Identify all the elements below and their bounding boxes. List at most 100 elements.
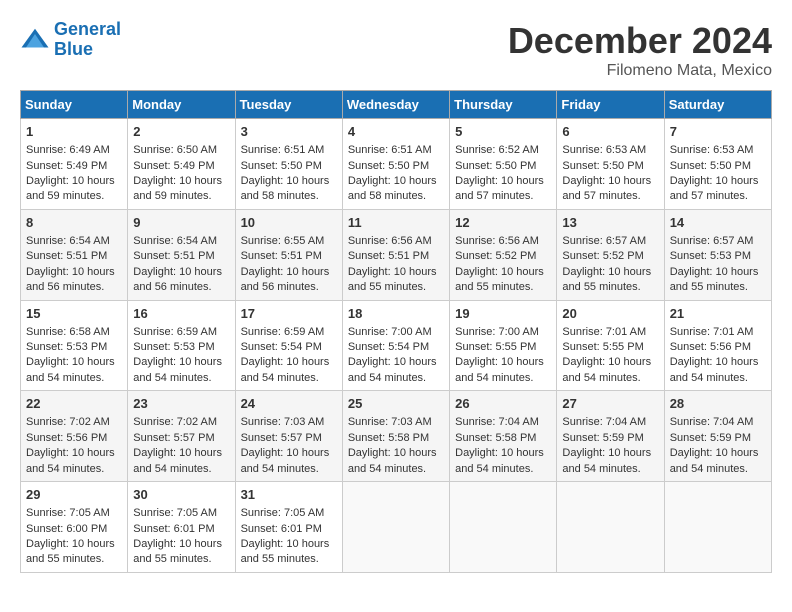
sunrise-label: Sunrise: 6:54 AM (26, 235, 110, 247)
daylight-label: Daylight: 10 hours and 54 minutes. (26, 447, 115, 474)
weekday-header-tuesday: Tuesday (235, 91, 342, 119)
logo-icon (20, 25, 50, 55)
daylight-label: Daylight: 10 hours and 54 minutes. (670, 356, 759, 383)
calendar-cell: 20Sunrise: 7:01 AMSunset: 5:55 PMDayligh… (557, 300, 664, 391)
sunset-label: Sunset: 5:49 PM (133, 160, 214, 172)
daylight-label: Daylight: 10 hours and 55 minutes. (562, 266, 651, 293)
daylight-label: Daylight: 10 hours and 57 minutes. (670, 175, 759, 202)
sunset-label: Sunset: 5:57 PM (133, 432, 214, 444)
calendar-cell: 5Sunrise: 6:52 AMSunset: 5:50 PMDaylight… (450, 119, 557, 210)
daylight-label: Daylight: 10 hours and 54 minutes. (26, 356, 115, 383)
calendar-cell: 9Sunrise: 6:54 AMSunset: 5:51 PMDaylight… (128, 209, 235, 300)
location: Filomeno Mata, Mexico (508, 62, 772, 80)
sunset-label: Sunset: 5:55 PM (455, 341, 536, 353)
daylight-label: Daylight: 10 hours and 59 minutes. (26, 175, 115, 202)
daylight-label: Daylight: 10 hours and 55 minutes. (26, 538, 115, 565)
daylight-label: Daylight: 10 hours and 59 minutes. (133, 175, 222, 202)
day-number: 31 (241, 486, 337, 504)
calendar-table: SundayMondayTuesdayWednesdayThursdayFrid… (20, 90, 772, 573)
sunrise-label: Sunrise: 6:53 AM (670, 144, 754, 156)
sunset-label: Sunset: 5:50 PM (348, 160, 429, 172)
sunset-label: Sunset: 5:59 PM (670, 432, 751, 444)
sunrise-label: Sunrise: 6:50 AM (133, 144, 217, 156)
calendar-cell (342, 482, 449, 573)
sunrise-label: Sunrise: 7:04 AM (670, 416, 754, 428)
sunset-label: Sunset: 5:54 PM (241, 341, 322, 353)
day-number: 18 (348, 305, 444, 323)
weekday-header-thursday: Thursday (450, 91, 557, 119)
daylight-label: Daylight: 10 hours and 54 minutes. (133, 447, 222, 474)
sunrise-label: Sunrise: 6:49 AM (26, 144, 110, 156)
daylight-label: Daylight: 10 hours and 55 minutes. (241, 538, 330, 565)
daylight-label: Daylight: 10 hours and 54 minutes. (133, 356, 222, 383)
sunset-label: Sunset: 5:49 PM (26, 160, 107, 172)
weekday-header-monday: Monday (128, 91, 235, 119)
sunset-label: Sunset: 5:52 PM (455, 250, 536, 262)
sunrise-label: Sunrise: 6:56 AM (455, 235, 539, 247)
sunset-label: Sunset: 5:52 PM (562, 250, 643, 262)
sunrise-label: Sunrise: 7:05 AM (133, 507, 217, 519)
calendar-cell: 19Sunrise: 7:00 AMSunset: 5:55 PMDayligh… (450, 300, 557, 391)
daylight-label: Daylight: 10 hours and 54 minutes. (348, 356, 437, 383)
sunset-label: Sunset: 5:51 PM (26, 250, 107, 262)
calendar-cell: 10Sunrise: 6:55 AMSunset: 5:51 PMDayligh… (235, 209, 342, 300)
calendar-cell: 14Sunrise: 6:57 AMSunset: 5:53 PMDayligh… (664, 209, 771, 300)
sunset-label: Sunset: 5:56 PM (26, 432, 107, 444)
daylight-label: Daylight: 10 hours and 55 minutes. (133, 538, 222, 565)
calendar-week-3: 15Sunrise: 6:58 AMSunset: 5:53 PMDayligh… (21, 300, 772, 391)
day-number: 23 (133, 395, 229, 413)
day-number: 26 (455, 395, 551, 413)
sunset-label: Sunset: 5:50 PM (455, 160, 536, 172)
sunrise-label: Sunrise: 7:04 AM (455, 416, 539, 428)
day-number: 25 (348, 395, 444, 413)
calendar-cell: 3Sunrise: 6:51 AMSunset: 5:50 PMDaylight… (235, 119, 342, 210)
sunrise-label: Sunrise: 7:00 AM (455, 326, 539, 338)
day-number: 21 (670, 305, 766, 323)
logo-general: General (54, 19, 121, 39)
day-number: 1 (26, 123, 122, 141)
day-number: 28 (670, 395, 766, 413)
calendar-cell: 4Sunrise: 6:51 AMSunset: 5:50 PMDaylight… (342, 119, 449, 210)
sunset-label: Sunset: 5:50 PM (670, 160, 751, 172)
sunrise-label: Sunrise: 7:05 AM (26, 507, 110, 519)
sunset-label: Sunset: 6:00 PM (26, 523, 107, 535)
sunset-label: Sunset: 5:58 PM (455, 432, 536, 444)
day-number: 11 (348, 214, 444, 232)
calendar-cell: 27Sunrise: 7:04 AMSunset: 5:59 PMDayligh… (557, 391, 664, 482)
sunrise-label: Sunrise: 6:53 AM (562, 144, 646, 156)
sunset-label: Sunset: 5:57 PM (241, 432, 322, 444)
sunrise-label: Sunrise: 7:02 AM (133, 416, 217, 428)
sunset-label: Sunset: 5:59 PM (562, 432, 643, 444)
day-number: 7 (670, 123, 766, 141)
calendar-cell: 2Sunrise: 6:50 AMSunset: 5:49 PMDaylight… (128, 119, 235, 210)
daylight-label: Daylight: 10 hours and 55 minutes. (670, 266, 759, 293)
calendar-cell: 28Sunrise: 7:04 AMSunset: 5:59 PMDayligh… (664, 391, 771, 482)
day-number: 8 (26, 214, 122, 232)
sunrise-label: Sunrise: 7:04 AM (562, 416, 646, 428)
sunrise-label: Sunrise: 6:52 AM (455, 144, 539, 156)
day-number: 10 (241, 214, 337, 232)
day-number: 30 (133, 486, 229, 504)
day-number: 14 (670, 214, 766, 232)
weekday-header-sunday: Sunday (21, 91, 128, 119)
sunset-label: Sunset: 5:53 PM (133, 341, 214, 353)
sunrise-label: Sunrise: 7:01 AM (562, 326, 646, 338)
logo-text: General Blue (54, 20, 121, 60)
sunset-label: Sunset: 5:58 PM (348, 432, 429, 444)
title-block: December 2024 Filomeno Mata, Mexico (508, 20, 772, 80)
day-number: 20 (562, 305, 658, 323)
sunset-label: Sunset: 5:56 PM (670, 341, 751, 353)
calendar-cell: 25Sunrise: 7:03 AMSunset: 5:58 PMDayligh… (342, 391, 449, 482)
calendar-cell: 30Sunrise: 7:05 AMSunset: 6:01 PMDayligh… (128, 482, 235, 573)
day-number: 15 (26, 305, 122, 323)
day-number: 9 (133, 214, 229, 232)
calendar-cell: 18Sunrise: 7:00 AMSunset: 5:54 PMDayligh… (342, 300, 449, 391)
daylight-label: Daylight: 10 hours and 55 minutes. (455, 266, 544, 293)
calendar-cell: 6Sunrise: 6:53 AMSunset: 5:50 PMDaylight… (557, 119, 664, 210)
weekday-header-row: SundayMondayTuesdayWednesdayThursdayFrid… (21, 91, 772, 119)
sunset-label: Sunset: 5:50 PM (562, 160, 643, 172)
daylight-label: Daylight: 10 hours and 55 minutes. (348, 266, 437, 293)
calendar-cell: 26Sunrise: 7:04 AMSunset: 5:58 PMDayligh… (450, 391, 557, 482)
sunset-label: Sunset: 5:53 PM (670, 250, 751, 262)
daylight-label: Daylight: 10 hours and 57 minutes. (455, 175, 544, 202)
